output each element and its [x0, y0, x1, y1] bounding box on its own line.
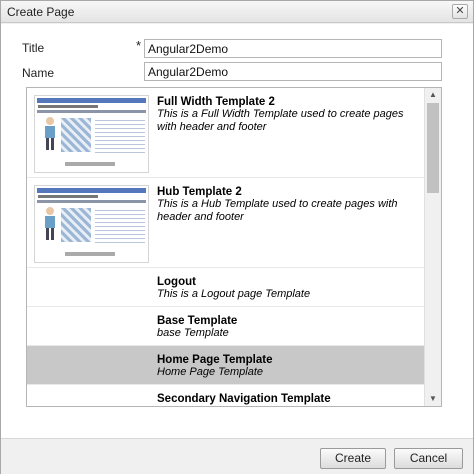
template-name: Home Page Template: [157, 354, 273, 366]
close-icon: ✕: [455, 5, 465, 17]
title-input[interactable]: [144, 39, 442, 58]
dialog-footer: Create Cancel: [1, 438, 473, 474]
template-description: This is a Full Width Template used to cr…: [157, 108, 404, 133]
close-button[interactable]: ✕: [452, 4, 468, 19]
template-list-item[interactable]: Logout This is a Logout page Template: [27, 268, 424, 307]
template-thumbnail: [34, 95, 149, 173]
name-label: Name: [22, 66, 55, 80]
template-name: Secondary Navigation Template: [157, 393, 331, 405]
template-list-scrollbar[interactable]: ▲ ▼: [424, 88, 441, 406]
template-name: Full Width Template 2: [157, 96, 275, 108]
required-mark: *: [136, 38, 142, 53]
dialog-body: Title * Name Full Width Template 2This i…: [1, 24, 473, 438]
dialog-title: Create Page: [7, 5, 75, 19]
scrollbar-thumb[interactable]: [427, 103, 439, 193]
create-button[interactable]: Create: [320, 448, 386, 469]
template-list-item[interactable]: Base Template base Template: [27, 307, 424, 346]
template-list-item[interactable]: Full Width Template 2 This is a Full Widt…: [27, 88, 424, 178]
create-page-dialog: Create Page ✕ Title * Name Full Width Te…: [0, 0, 474, 474]
template-list-item[interactable]: Hub Template 2 This is a Hub Template use…: [27, 178, 424, 268]
template-name: Logout: [157, 276, 196, 288]
template-list-item[interactable]: Home Page Template Home Page Template: [27, 346, 424, 385]
template-list-item[interactable]: Secondary Navigation Template: [27, 385, 424, 406]
template-name: Base Template: [157, 315, 238, 327]
template-thumbnail: [34, 185, 149, 263]
template-description: This is a Logout page Template: [157, 288, 311, 300]
template-description: base Template: [157, 327, 229, 339]
template-description: This is a Hub Template used to create pa…: [157, 198, 398, 223]
scroll-up-arrow-icon[interactable]: ▲: [425, 88, 441, 102]
template-name: Hub Template 2: [157, 186, 242, 198]
cancel-button[interactable]: Cancel: [394, 448, 463, 469]
title-label: Title: [22, 41, 45, 55]
template-description: Home Page Template: [157, 366, 263, 378]
dialog-titlebar[interactable]: Create Page ✕: [1, 1, 473, 23]
name-input[interactable]: [144, 62, 442, 81]
scroll-down-arrow-icon[interactable]: ▼: [425, 392, 441, 406]
template-list-items: Full Width Template 2 This is a Full Widt…: [27, 88, 424, 406]
template-list[interactable]: Full Width Template 2 This is a Full Widt…: [26, 87, 442, 407]
